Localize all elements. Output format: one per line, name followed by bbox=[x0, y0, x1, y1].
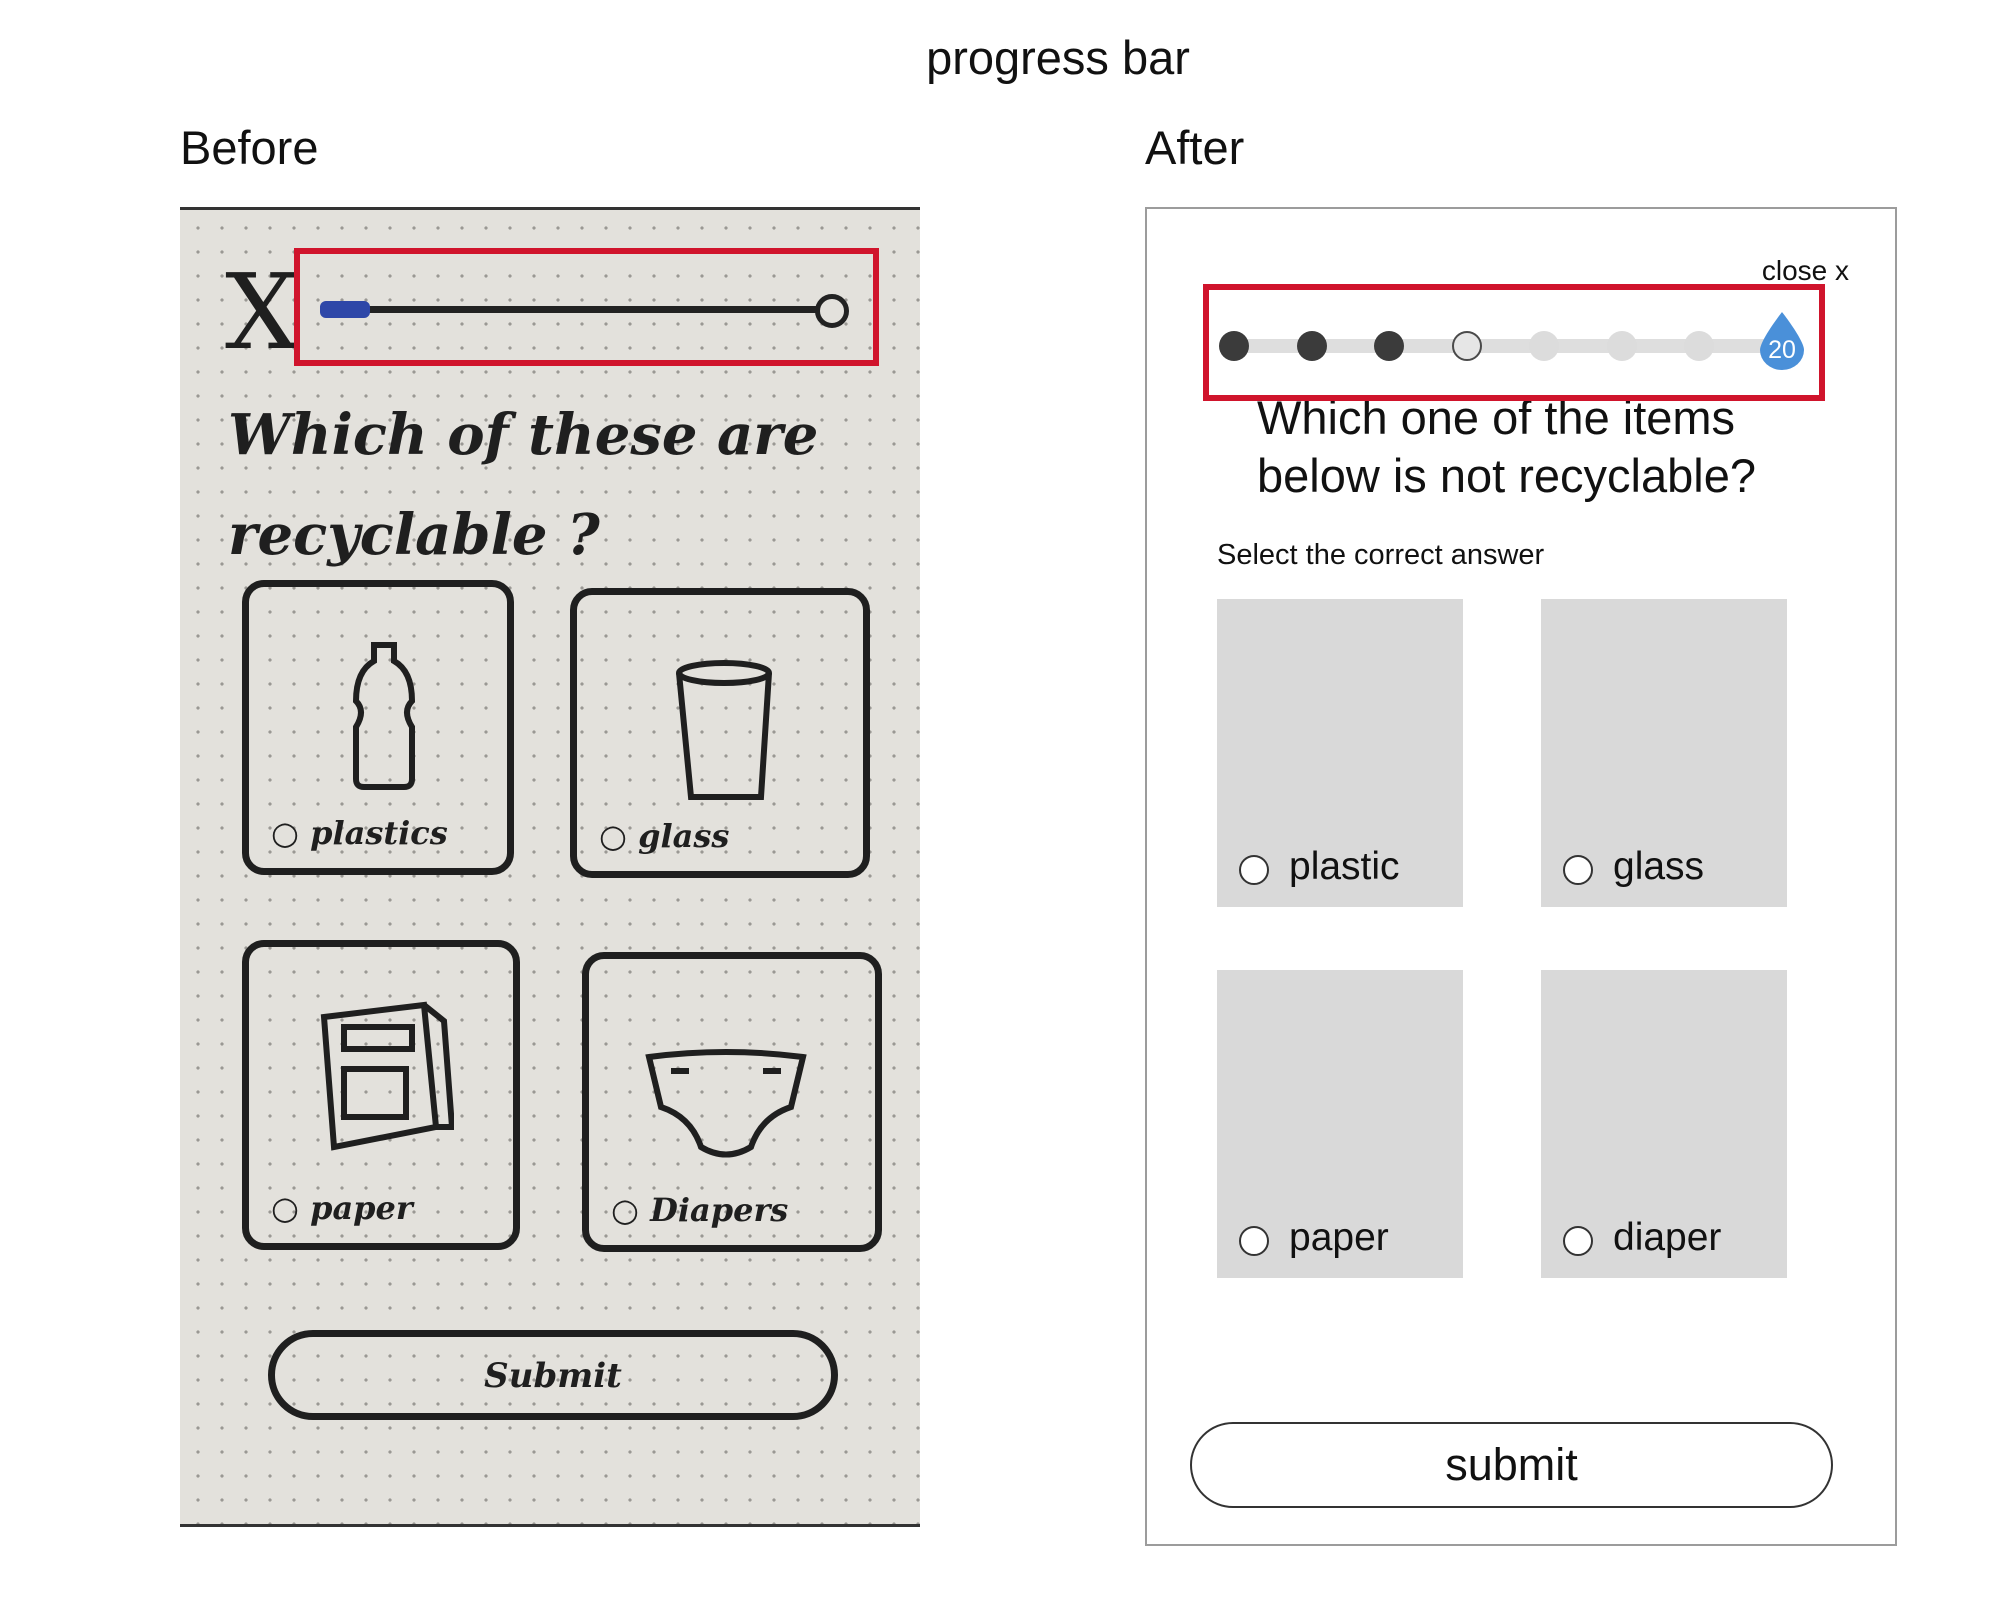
page-title: progress bar bbox=[926, 31, 1190, 84]
radio-button[interactable] bbox=[1239, 855, 1269, 885]
before-progress-highlight bbox=[294, 248, 879, 366]
sketch-option-label: ○ glass bbox=[599, 817, 730, 855]
option-plastic[interactable]: plastic bbox=[1217, 599, 1463, 907]
submit-button[interactable]: submit bbox=[1190, 1422, 1833, 1508]
sketch-option-text: paper bbox=[310, 1189, 413, 1227]
sketch-option-text: plastics bbox=[310, 814, 448, 852]
sketch-submit-button[interactable]: Submit bbox=[268, 1330, 838, 1420]
sketch-option-plastics[interactable]: ○ plastics bbox=[242, 580, 514, 875]
option-diaper[interactable]: diaper bbox=[1541, 970, 1787, 1278]
sketch-option-glass[interactable]: ○ glass bbox=[570, 588, 870, 878]
after-wireframe: close x 20 Which one of the items below … bbox=[1145, 207, 1897, 1546]
instruction-text: Select the correct answer bbox=[1217, 539, 1545, 571]
close-button[interactable]: close x bbox=[1762, 255, 1849, 287]
sketch-option-text: Diapers bbox=[650, 1191, 789, 1229]
sketch-question: Which of these are recyclable ? bbox=[228, 402, 819, 568]
option-label: plastic bbox=[1289, 845, 1400, 888]
sketch-option-label: ○ paper bbox=[271, 1189, 413, 1227]
after-progress-highlight bbox=[1203, 284, 1825, 401]
sketch-option-label: ○ Diapers bbox=[611, 1191, 789, 1229]
before-label: Before bbox=[180, 121, 319, 174]
question-text: Which one of the items below is not recy… bbox=[1257, 391, 1756, 502]
radio-button[interactable] bbox=[1239, 1226, 1269, 1256]
radio-button[interactable] bbox=[1563, 1226, 1593, 1256]
sketch-option-label: ○ plastics bbox=[271, 814, 448, 852]
carton-icon bbox=[320, 1001, 454, 1151]
sketch-option-text: glass bbox=[638, 817, 730, 855]
option-label: diaper bbox=[1613, 1216, 1722, 1259]
option-label: paper bbox=[1289, 1216, 1389, 1259]
option-paper[interactable]: paper bbox=[1217, 970, 1463, 1278]
option-glass[interactable]: glass bbox=[1541, 599, 1787, 907]
radio-button[interactable] bbox=[1563, 855, 1593, 885]
cup-icon bbox=[676, 660, 772, 800]
diaper-icon bbox=[645, 1049, 807, 1158]
option-label: glass bbox=[1613, 845, 1705, 888]
sketch-option-diapers[interactable]: ○ Diapers bbox=[582, 952, 882, 1252]
sketch-close-icon[interactable]: X bbox=[225, 260, 299, 364]
after-label: After bbox=[1145, 121, 1245, 174]
sketch-option-paper[interactable]: ○ paper bbox=[242, 940, 520, 1250]
bottle-icon bbox=[352, 642, 416, 790]
before-sketch: X Which of these are recyclable ? ○ plas… bbox=[180, 207, 920, 1527]
